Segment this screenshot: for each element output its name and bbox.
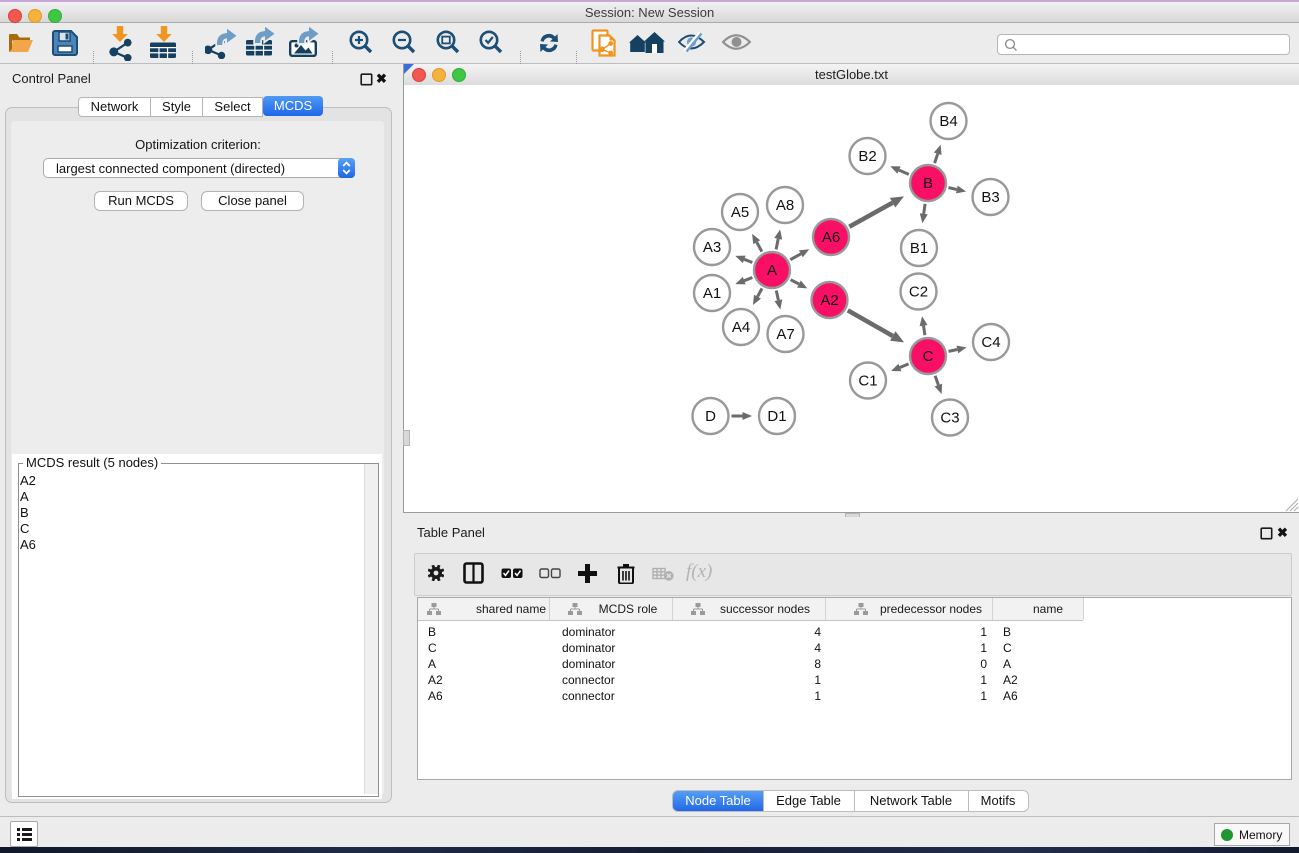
svg-text:B1: B1 xyxy=(910,240,928,257)
svg-text:A5: A5 xyxy=(731,204,749,221)
svg-text:A1: A1 xyxy=(703,285,721,302)
svg-text:A3: A3 xyxy=(703,239,721,256)
svg-text:A8: A8 xyxy=(776,197,794,214)
svg-text:C4: C4 xyxy=(981,334,1000,351)
svg-text:D: D xyxy=(705,408,716,425)
svg-text:B4: B4 xyxy=(939,113,957,130)
svg-text:A2: A2 xyxy=(820,292,838,309)
svg-text:B3: B3 xyxy=(981,189,999,206)
svg-text:A: A xyxy=(767,262,777,279)
svg-text:A4: A4 xyxy=(732,319,750,336)
svg-text:A7: A7 xyxy=(776,326,794,343)
svg-text:D1: D1 xyxy=(767,408,786,425)
svg-text:A6: A6 xyxy=(822,229,840,246)
svg-text:B: B xyxy=(923,175,933,192)
svg-text:C: C xyxy=(923,348,934,365)
svg-text:C1: C1 xyxy=(858,373,877,390)
svg-text:C2: C2 xyxy=(909,284,928,301)
svg-text:C3: C3 xyxy=(940,410,959,427)
svg-text:B2: B2 xyxy=(858,148,876,165)
